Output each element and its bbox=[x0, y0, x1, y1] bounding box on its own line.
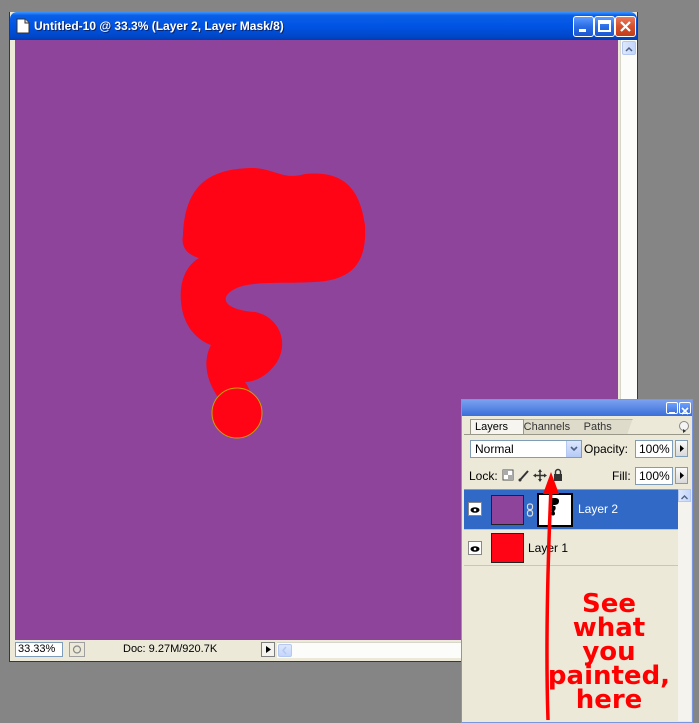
document-title: Untitled-10 @ 33.3% (Layer 2, Layer Mask… bbox=[34, 19, 284, 33]
lock-options bbox=[502, 468, 580, 485]
lock-transparency-icon bbox=[502, 469, 514, 481]
document-icon bbox=[16, 18, 30, 34]
layer-row-layer-1[interactable]: Layer 1 bbox=[464, 530, 678, 566]
close-icon bbox=[681, 407, 689, 415]
scroll-up-button[interactable] bbox=[678, 489, 691, 502]
blend-mode-select[interactable]: Normal bbox=[470, 440, 582, 458]
fill-slider-button[interactable] bbox=[675, 467, 688, 484]
chain-link-icon[interactable] bbox=[526, 503, 534, 517]
minimize-icon bbox=[669, 412, 675, 414]
triangle-right-icon bbox=[680, 472, 684, 479]
document-titlebar[interactable]: Untitled-10 @ 33.3% (Layer 2, Layer Mask… bbox=[10, 12, 637, 40]
layer-thumbnail[interactable] bbox=[491, 495, 524, 525]
close-icon bbox=[620, 21, 631, 32]
tab-layers[interactable]: Layers bbox=[470, 419, 524, 434]
opacity-slider-button[interactable] bbox=[675, 440, 688, 457]
maximize-button[interactable] bbox=[594, 16, 615, 37]
mask-preview-icon bbox=[549, 498, 559, 516]
minimize-button[interactable] bbox=[573, 16, 594, 37]
palette-minimize-button[interactable] bbox=[666, 402, 678, 414]
maximize-icon bbox=[598, 20, 611, 32]
tab-paths[interactable]: Paths bbox=[577, 419, 633, 434]
chevron-down-icon bbox=[566, 441, 581, 457]
triangle-right-icon bbox=[266, 646, 271, 653]
chevron-up-icon bbox=[625, 46, 633, 52]
annotation-line: here bbox=[575, 685, 643, 715]
chevron-up-icon bbox=[681, 495, 688, 500]
layer-row-layer-2[interactable]: Layer 2 bbox=[464, 490, 678, 530]
version-cue-icon bbox=[72, 645, 82, 654]
layer-name[interactable]: Layer 1 bbox=[528, 541, 568, 555]
lock-all-icon bbox=[554, 468, 562, 481]
doc-size-info: Doc: 9.27M/920.7K bbox=[123, 643, 218, 655]
triangle-right-icon bbox=[680, 445, 684, 452]
minimize-icon bbox=[579, 29, 586, 32]
status-info-menu-button[interactable] bbox=[261, 642, 275, 657]
scroll-left-button[interactable] bbox=[278, 644, 292, 657]
lock-move-icon bbox=[533, 469, 547, 482]
lock-label: Lock: bbox=[469, 469, 498, 483]
visibility-eye-icon[interactable] bbox=[468, 541, 482, 555]
zoom-field[interactable]: 33.33% bbox=[15, 642, 63, 657]
status-menu-button[interactable] bbox=[69, 642, 85, 657]
layer-mask-thumbnail[interactable] bbox=[537, 493, 573, 527]
annotation-text: See what you painted, here bbox=[524, 591, 694, 715]
chevron-left-icon bbox=[282, 646, 287, 655]
opacity-label: Opacity: bbox=[584, 442, 629, 456]
layer-name[interactable]: Layer 2 bbox=[578, 502, 618, 516]
fill-label: Fill: bbox=[612, 469, 631, 483]
scroll-up-button[interactable] bbox=[622, 41, 636, 55]
palette-menu-button[interactable] bbox=[679, 421, 689, 433]
lock-brush-icon bbox=[518, 470, 529, 482]
palette-close-button[interactable] bbox=[679, 402, 691, 415]
visibility-eye-icon[interactable] bbox=[468, 502, 482, 516]
layer-thumbnail[interactable] bbox=[491, 533, 524, 563]
close-button[interactable] bbox=[615, 16, 636, 37]
tab-channels[interactable]: Channels bbox=[517, 419, 585, 434]
fill-input[interactable]: 100% bbox=[635, 467, 673, 485]
opacity-input[interactable]: 100% bbox=[635, 440, 673, 458]
palette-titlebar[interactable] bbox=[462, 400, 692, 416]
